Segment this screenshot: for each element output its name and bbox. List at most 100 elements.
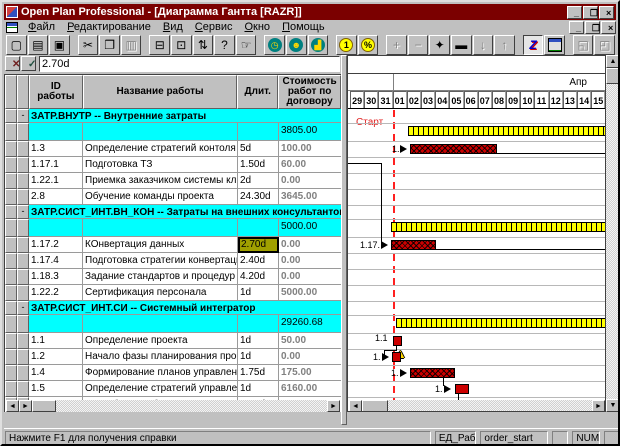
day-header-cell[interactable]: 11 xyxy=(534,91,548,108)
gantt-bar-1.4[interactable] xyxy=(410,368,455,378)
day-header-cell[interactable]: 04 xyxy=(435,91,449,108)
duration-cell[interactable]: 4.20d xyxy=(238,269,279,285)
row-marker-cell[interactable] xyxy=(5,205,17,219)
day-header-cell[interactable]: 06 xyxy=(464,91,478,108)
menu-item[interactable]: Сервис xyxy=(189,21,239,33)
day-header-cell[interactable]: 05 xyxy=(449,91,463,108)
gantt-bar-summary-si[interactable] xyxy=(396,318,606,328)
time-analysis-button[interactable]: ◷ xyxy=(264,35,285,55)
duration-cell[interactable]: 1.50d xyxy=(238,157,279,173)
task-id-cell[interactable]: 1.22.2 xyxy=(29,285,83,301)
gantt-bar-1.3[interactable] xyxy=(410,144,497,154)
cost-cell[interactable]: 175.00 xyxy=(279,365,341,381)
cost-button[interactable]: 1 xyxy=(336,35,357,55)
gantt-view-button[interactable]: Z xyxy=(523,35,544,55)
duration-cell[interactable]: 1.75d xyxy=(238,365,279,381)
task-name-cell[interactable] xyxy=(83,315,238,333)
cost-cell[interactable]: 3805.00 xyxy=(279,123,341,141)
task-id-cell[interactable]: 1.18.3 xyxy=(29,269,83,285)
add-activity-button[interactable]: + xyxy=(386,35,407,55)
scroll-up-icon[interactable]: ▲ xyxy=(606,55,620,68)
mdi-restore-button[interactable]: ❐ xyxy=(585,21,600,34)
gantt-bar-1.2[interactable] xyxy=(392,352,401,362)
cost-cell[interactable]: 0.00 xyxy=(279,349,341,365)
task-id-cell[interactable]: 1.22.1 xyxy=(29,173,83,189)
column-header-name[interactable]: Название работы xyxy=(83,75,238,109)
row-marker-cell[interactable] xyxy=(5,349,17,365)
help-button[interactable]: ? xyxy=(214,35,235,55)
menu-item[interactable]: Редактирование xyxy=(61,21,157,33)
task-name-cell[interactable]: Определение стратегий управления р xyxy=(83,381,238,397)
row-marker-cell[interactable] xyxy=(5,123,17,141)
duration-cell[interactable] xyxy=(238,219,279,237)
row-marker-cell[interactable] xyxy=(5,157,17,173)
print-button[interactable]: ⊟ xyxy=(149,35,170,55)
duration-cell[interactable]: 24.30d xyxy=(238,189,279,205)
cost-cell[interactable]: 0.00 xyxy=(279,253,341,269)
scroll-right-icon[interactable]: ► xyxy=(19,400,32,412)
cost-cell[interactable]: 0.00 xyxy=(279,269,341,285)
mdi-close-button[interactable]: × xyxy=(601,21,616,34)
duration-cell[interactable]: 2d xyxy=(238,173,279,189)
row-marker-cell[interactable] xyxy=(5,315,17,333)
gantt-vscroll-thumb[interactable] xyxy=(606,68,620,84)
row-marker-cell[interactable] xyxy=(5,109,17,123)
gantt-bar-1.1[interactable] xyxy=(393,336,402,346)
row-marker-cell[interactable] xyxy=(5,253,17,269)
screen-view-button[interactable] xyxy=(544,35,565,55)
task-id-cell[interactable]: 2.8 xyxy=(29,189,83,205)
task-id-cell[interactable]: 1.1 xyxy=(29,333,83,349)
row-marker-cell[interactable] xyxy=(5,141,17,157)
gantt-scroll-left-icon[interactable]: ◄ xyxy=(349,400,362,412)
gantt-vscroll-track[interactable] xyxy=(606,68,620,399)
row-marker-cell[interactable] xyxy=(5,365,17,381)
column-header-id[interactable]: ID работы xyxy=(29,75,83,109)
collapse-button[interactable]: - xyxy=(17,301,29,315)
sort-button[interactable]: ⇅ xyxy=(193,35,214,55)
percent-complete-button[interactable]: % xyxy=(358,35,379,55)
row-marker-cell[interactable] xyxy=(5,189,17,205)
edit-cancel-button[interactable]: ✕ xyxy=(5,56,20,71)
row-marker-cell[interactable] xyxy=(5,219,17,237)
row-marker-cell[interactable] xyxy=(5,269,17,285)
mdi-minimize-button[interactable]: _ xyxy=(569,21,584,34)
window-cascade-button[interactable]: ◱ xyxy=(573,35,594,55)
day-header-cell[interactable]: 09 xyxy=(506,91,520,108)
group-title-cell[interactable]: ЗАТР.ВНУТР -- Внутренние затраты xyxy=(29,109,341,123)
minimize-button[interactable]: _ xyxy=(567,6,582,19)
row-marker-cell[interactable] xyxy=(5,173,17,189)
day-header-cell[interactable]: 07 xyxy=(478,91,492,108)
gantt-scroll-right-icon[interactable]: ► xyxy=(592,400,605,412)
day-header-cell[interactable]: 13 xyxy=(563,91,577,108)
collapse-button[interactable]: - xyxy=(17,109,29,123)
day-header-cell[interactable]: 08 xyxy=(492,91,506,108)
task-id-cell[interactable]: 1.5 xyxy=(29,381,83,397)
move-down-button[interactable]: ↓ xyxy=(473,35,494,55)
duration-cell[interactable] xyxy=(238,123,279,141)
cost-cell[interactable]: 50.00 xyxy=(279,333,341,349)
scroll-left-icon[interactable]: ◄ xyxy=(6,400,19,412)
copy-button[interactable]: ❐ xyxy=(99,35,120,55)
column-header-duration[interactable]: Длит. xyxy=(237,75,278,109)
gantt-bar-summary-vn-kon[interactable] xyxy=(391,222,606,232)
task-id-cell[interactable]: 1.17.1 xyxy=(29,157,83,173)
duration-cell[interactable]: 2.40d xyxy=(238,253,279,269)
menu-item[interactable]: Файл xyxy=(22,21,61,33)
task-name-cell[interactable]: Сертификация персонала xyxy=(83,285,238,301)
context-help-button[interactable]: ☞ xyxy=(236,35,257,55)
cost-cell[interactable]: 5000.00 xyxy=(279,285,341,301)
menu-item[interactable]: Помощь xyxy=(276,21,331,33)
open-button[interactable]: ▤ xyxy=(28,35,49,55)
day-header-cell[interactable]: 10 xyxy=(520,91,534,108)
task-name-cell[interactable]: Обучение команды проекта xyxy=(83,189,238,205)
day-header-cell[interactable]: 14 xyxy=(577,91,591,108)
menu-item[interactable]: Вид xyxy=(157,21,189,33)
collapse-button[interactable]: - xyxy=(17,205,29,219)
cost-cell[interactable]: 29260.68 xyxy=(279,315,341,333)
cut-button[interactable]: ✂ xyxy=(78,35,99,55)
task-id-cell[interactable]: 1.2 xyxy=(29,349,83,365)
scroll-right2-icon[interactable]: ► xyxy=(327,400,340,412)
print-preview-button[interactable]: ⊡ xyxy=(171,35,192,55)
task-name-cell[interactable]: Приемка заказчиком системы клиент xyxy=(83,173,238,189)
restore-button[interactable]: ❐ xyxy=(583,6,598,19)
